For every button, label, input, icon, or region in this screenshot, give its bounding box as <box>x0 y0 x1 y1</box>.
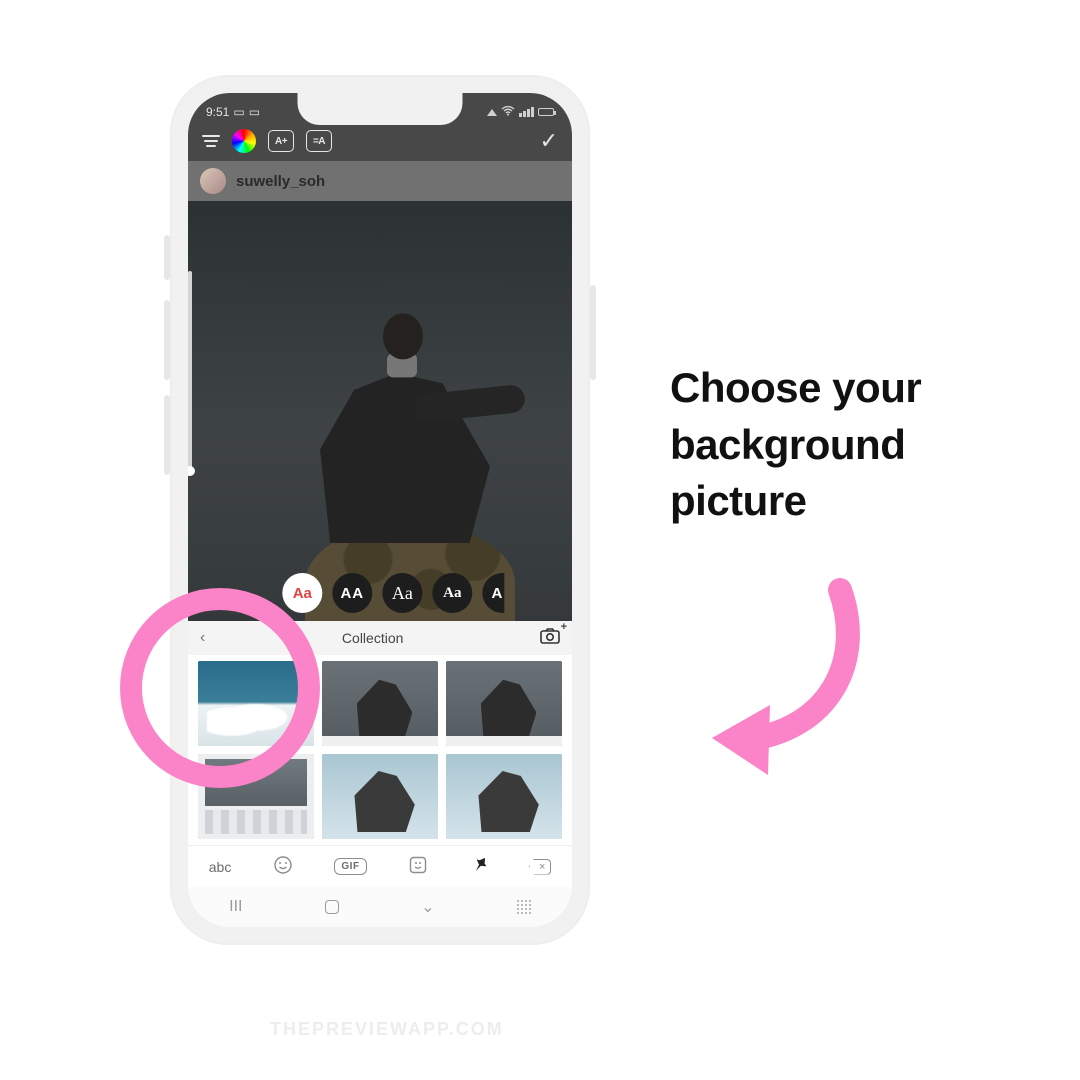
color-picker-icon[interactable] <box>232 129 256 153</box>
status-time: 9:51 <box>206 105 229 119</box>
instruction-caption: Choose your background picture <box>670 360 1030 530</box>
username-label[interactable]: suwelly_soh <box>236 173 325 190</box>
pin-icon[interactable] <box>465 852 493 881</box>
sticker-icon[interactable] <box>408 855 428 878</box>
text-style-a-button[interactable]: A+ <box>268 130 294 152</box>
nav-recents-icon[interactable]: III <box>229 898 242 916</box>
confirm-check-icon[interactable]: ✓ <box>540 128 558 154</box>
font-pill[interactable]: AA <box>332 573 372 613</box>
backspace-icon[interactable] <box>529 859 551 875</box>
keyboard-toolbar: abc GIF <box>188 845 572 887</box>
nav-home-icon[interactable] <box>325 900 339 914</box>
nav-keyboard-icon[interactable] <box>517 900 531 914</box>
collection-thumb[interactable] <box>446 754 562 839</box>
arrow-annotation <box>690 570 890 790</box>
status-icon: ▭ <box>233 105 244 119</box>
cell-bars-icon <box>519 107 534 117</box>
add-photo-icon[interactable] <box>540 628 560 649</box>
phone-mockup: 9:51 ▭ ▭ A+ =A ✓ <box>170 75 590 945</box>
slider-rail[interactable] <box>188 271 192 471</box>
font-style-row: Aa AA Aa Aa A <box>282 573 504 613</box>
collection-thumb[interactable] <box>322 661 438 746</box>
story-canvas[interactable]: Aa AA Aa Aa A <box>188 201 572 621</box>
text-style-eq-button[interactable]: =A <box>306 130 332 152</box>
battery-icon <box>538 108 554 116</box>
collection-thumb[interactable] <box>322 754 438 839</box>
phone-notch <box>298 93 463 125</box>
watermark: THEPREVIEWAPP.COM <box>270 1019 504 1040</box>
avatar[interactable] <box>200 168 226 194</box>
phone-side-button <box>164 235 170 280</box>
android-navbar: III ⌄ <box>188 887 572 927</box>
emoji-icon[interactable] <box>273 855 293 878</box>
font-pill[interactable]: Aa <box>432 573 472 613</box>
highlight-circle <box>120 588 320 788</box>
phone-side-button <box>590 285 596 380</box>
font-pill[interactable]: A <box>482 573 504 613</box>
signal-icon <box>487 109 497 116</box>
status-icon: ▭ <box>249 105 260 119</box>
font-pill-selected[interactable]: Aa <box>282 573 322 613</box>
nav-back-icon[interactable]: ⌄ <box>421 897 434 917</box>
font-pill[interactable]: Aa <box>382 573 422 613</box>
phone-screen: 9:51 ▭ ▭ A+ =A ✓ <box>188 93 572 927</box>
collection-title: Collection <box>342 630 403 646</box>
kb-abc[interactable]: abc <box>209 859 232 875</box>
wifi-icon <box>501 105 515 119</box>
collection-thumb[interactable] <box>446 661 562 746</box>
phone-side-button <box>164 395 170 475</box>
align-icon[interactable] <box>202 135 220 147</box>
user-row: suwelly_soh <box>188 161 572 201</box>
kb-gif[interactable]: GIF <box>334 858 366 875</box>
phone-side-button <box>164 300 170 380</box>
editor-toolbar: A+ =A ✓ <box>188 121 572 161</box>
